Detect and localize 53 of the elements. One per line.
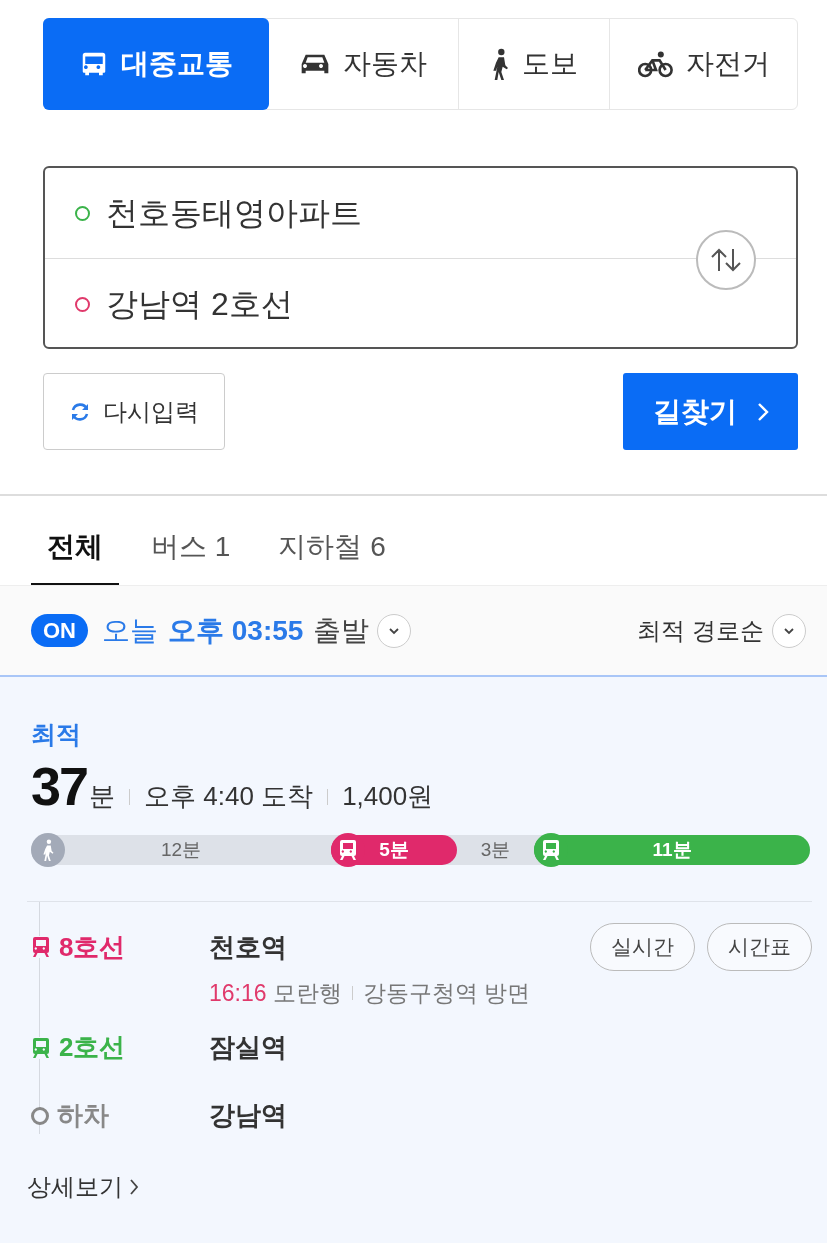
- station-name: 강남역: [209, 1099, 287, 1132]
- alight-marker-icon: [31, 1106, 49, 1125]
- subway-segment: 11분: [534, 835, 810, 865]
- search-button[interactable]: 길찾기: [623, 373, 798, 450]
- chevron-right-icon: [129, 1177, 139, 1196]
- destination-field[interactable]: 강남역 2호선: [106, 280, 293, 328]
- origin-marker-icon: [75, 205, 90, 221]
- origin-field[interactable]: 천호동태영아파트: [106, 189, 362, 237]
- train-icon: [338, 839, 358, 861]
- dropdown-icon[interactable]: [772, 613, 806, 648]
- departure-time: 16:16: [209, 979, 267, 1008]
- sort-label[interactable]: 최적 경로순: [637, 612, 764, 649]
- swap-arrows-icon: [709, 247, 743, 273]
- arrival-time: 오후 4:40 도착: [144, 780, 314, 813]
- details-link[interactable]: 상세보기: [27, 1168, 123, 1205]
- segment-time: 3분: [480, 837, 511, 862]
- swap-button[interactable]: [696, 230, 756, 290]
- mode-tab[interactable]: 도보: [458, 19, 609, 109]
- station-name: 천호역: [209, 930, 287, 964]
- train-icon: [31, 1036, 51, 1059]
- alight-label: 하차: [57, 1099, 110, 1132]
- segment-time: 12분: [160, 837, 202, 862]
- result-tab[interactable]: 지하철 6: [262, 511, 402, 585]
- subway-segment: 5분: [331, 835, 457, 865]
- chevron-right-icon: [756, 401, 769, 422]
- result-tab[interactable]: 버스 1: [135, 511, 247, 585]
- duration-value: 37: [31, 755, 88, 817]
- walking-person-icon: [490, 48, 510, 80]
- dropdown-icon[interactable]: [377, 613, 412, 648]
- departure-time: 오후 03:55: [168, 613, 304, 648]
- line-name: 8호선: [59, 930, 127, 964]
- mode-tab[interactable]: 자동차: [268, 19, 458, 109]
- train-icon: [31, 936, 51, 958]
- bicycle-icon: [637, 49, 674, 79]
- train-destination: 모란행: [272, 979, 342, 1008]
- departure-label: 출발: [313, 613, 370, 648]
- fare: 1,400원: [342, 780, 434, 813]
- toggle-switch[interactable]: ON: [31, 614, 88, 647]
- refresh-icon: [69, 400, 91, 423]
- destination-marker-icon: [75, 296, 90, 312]
- best-route-label: 최적: [31, 719, 81, 749]
- mode-tab[interactable]: 대중교통: [43, 18, 269, 110]
- line-name: 2호선: [59, 1031, 127, 1064]
- departure-day: 오늘: [102, 609, 158, 652]
- pill-button[interactable]: 시간표: [707, 923, 812, 971]
- duration-unit: 분: [89, 780, 116, 813]
- walking-person-icon: [31, 833, 65, 867]
- train-icon: [541, 839, 561, 861]
- mode-tab[interactable]: 자전거: [609, 19, 797, 109]
- reset-button[interactable]: 다시입력: [43, 373, 225, 450]
- station-name: 잠실역: [209, 1031, 287, 1064]
- direction-label: 강동구청역 방면: [362, 979, 530, 1008]
- pill-button[interactable]: 실시간: [590, 923, 695, 971]
